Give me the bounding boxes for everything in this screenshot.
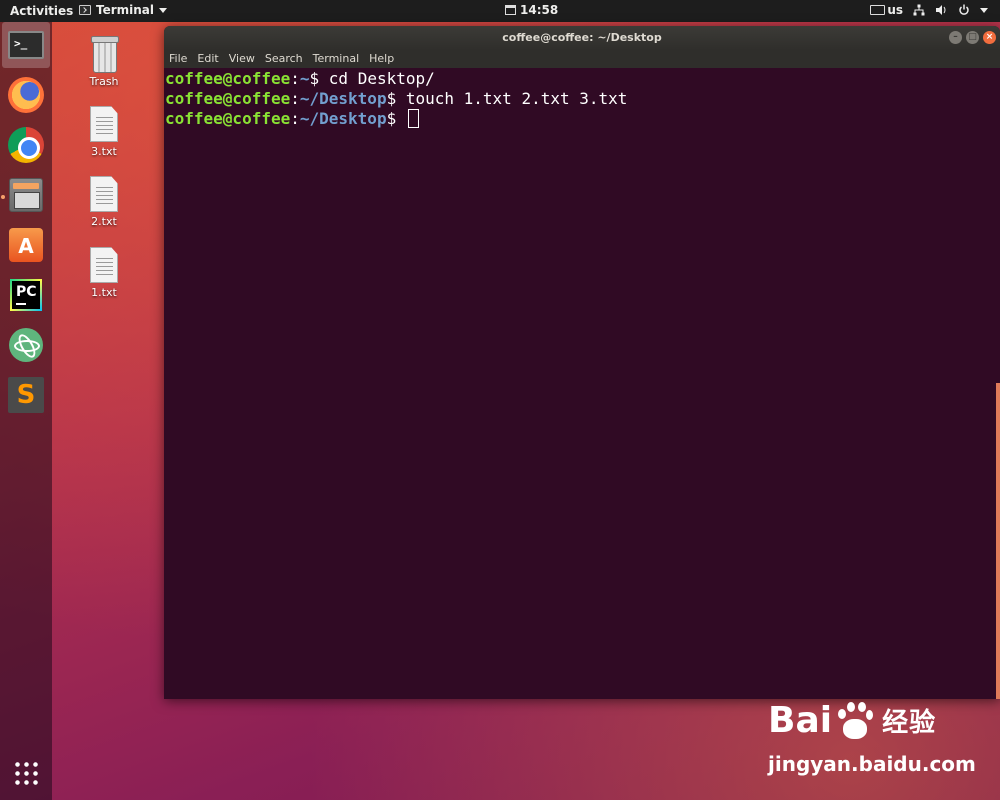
terminal-cursor: [407, 109, 419, 128]
menu-file[interactable]: File: [169, 50, 187, 68]
menu-help[interactable]: Help: [369, 50, 394, 68]
dock-item-sublime-text[interactable]: S: [2, 372, 50, 418]
prompt-separator: :: [290, 109, 300, 128]
volume-icon[interactable]: [935, 4, 948, 16]
dock-item-terminal[interactable]: >_: [2, 22, 50, 68]
desktop-icon-label: 1.txt: [91, 286, 117, 299]
dock: >_ A PC S: [0, 22, 52, 800]
window-title: coffee@coffee: ~/Desktop: [502, 31, 662, 44]
desktop-icon-1-txt[interactable]: 1.txt: [74, 247, 134, 299]
desktop-icon-trash[interactable]: Trash: [74, 34, 134, 88]
terminal-line: coffee@coffee:~$ cd Desktop/: [165, 69, 1000, 89]
menu-edit[interactable]: Edit: [197, 50, 218, 68]
chevron-down-icon[interactable]: [980, 7, 988, 13]
baidu-paw-icon: [834, 701, 874, 741]
prompt-user: coffee@coffee: [165, 109, 291, 128]
desktop-icon-3-txt[interactable]: 3.txt: [74, 106, 134, 158]
dock-item-files[interactable]: [2, 172, 50, 218]
terminal-line: coffee@coffee:~/Desktop$: [165, 109, 1000, 129]
prompt-sigil: $: [309, 69, 320, 88]
menu-search[interactable]: Search: [265, 50, 303, 68]
dock-item-atom[interactable]: [2, 322, 50, 368]
desktop-icon-2-txt[interactable]: 2.txt: [74, 176, 134, 228]
desktop-icon-label: Trash: [89, 75, 119, 88]
text-file-icon: [90, 106, 118, 142]
show-applications-button[interactable]: [2, 750, 50, 796]
text-file-icon: [90, 247, 118, 283]
prompt-sigil: $: [386, 109, 397, 128]
terminal-line: coffee@coffee:~/Desktop$ touch 1.txt 2.t…: [165, 89, 1000, 109]
clock-time: 14:58: [520, 3, 559, 17]
files-icon: [9, 178, 43, 212]
dock-item-firefox[interactable]: [2, 72, 50, 118]
maximize-icon[interactable]: □: [966, 31, 979, 44]
command-text: cd Desktop/: [319, 69, 435, 88]
menu-terminal[interactable]: Terminal: [313, 50, 360, 68]
close-icon[interactable]: ×: [983, 31, 996, 44]
app-menu[interactable]: Terminal: [79, 3, 168, 17]
power-icon[interactable]: [958, 4, 970, 16]
top-bar: Activities Terminal 14:58 us: [0, 0, 1000, 22]
clock[interactable]: 14:58: [505, 3, 558, 17]
menu-view[interactable]: View: [229, 50, 255, 68]
terminal-output[interactable]: coffee@coffee:~$ cd Desktop/ coffee@coff…: [164, 68, 1000, 129]
minimize-icon[interactable]: –: [949, 31, 962, 44]
watermark-url: jingyan.baidu.com: [768, 752, 976, 776]
terminal-icon: >_: [8, 31, 44, 59]
running-indicator: [1, 195, 5, 199]
prompt-sigil: $: [386, 89, 397, 108]
desktop-icon-label: 3.txt: [91, 145, 117, 158]
prompt-path: ~/Desktop: [299, 89, 387, 108]
chevron-down-icon: [159, 7, 168, 13]
baidu-watermark: Bai 经验 jingyan.baidu.com: [766, 690, 981, 780]
pycharm-icon: PC: [10, 279, 42, 311]
app-menu-label: Terminal: [96, 3, 155, 17]
watermark-brand: Bai 经验: [768, 700, 936, 741]
app-grid-icon: [13, 760, 39, 786]
terminal-window[interactable]: coffee@coffee: ~/Desktop – □ × File Edit…: [164, 26, 1000, 699]
terminal-menubar: File Edit View Search Terminal Help: [164, 50, 1000, 68]
chrome-icon: [8, 127, 44, 163]
watermark-brand-left: Bai: [768, 700, 833, 741]
sublime-icon: S: [8, 377, 44, 413]
atom-icon: [9, 328, 43, 362]
prompt-user: coffee@coffee: [165, 89, 291, 108]
software-center-icon: A: [9, 228, 43, 262]
prompt-separator: :: [290, 69, 300, 88]
command-text: touch 1.txt 2.txt 3.txt: [396, 89, 628, 108]
watermark-brand-right: 经验: [882, 708, 937, 738]
keyboard-icon: [870, 5, 886, 15]
command-text: [396, 109, 406, 128]
keyboard-layout[interactable]: us: [887, 3, 903, 17]
prompt-path: ~: [299, 69, 310, 88]
window-titlebar[interactable]: coffee@coffee: ~/Desktop – □ ×: [164, 26, 1000, 50]
desktop-icon-label: 2.txt: [91, 215, 117, 228]
network-icon[interactable]: [913, 4, 925, 16]
window-controls: – □ ×: [949, 31, 996, 44]
prompt-user: coffee@coffee: [165, 69, 291, 88]
dock-item-ubuntu-software[interactable]: A: [2, 222, 50, 268]
prompt-separator: :: [290, 89, 300, 108]
dock-item-pycharm[interactable]: PC: [2, 272, 50, 318]
trash-icon: [90, 36, 119, 73]
firefox-icon: [8, 77, 44, 113]
window-edge-accent: [996, 383, 1000, 699]
text-file-icon: [90, 176, 118, 212]
calendar-icon: [505, 5, 516, 15]
system-tray[interactable]: us: [870, 3, 988, 17]
activities-button[interactable]: Activities: [10, 4, 73, 18]
prompt-path: ~/Desktop: [299, 109, 387, 128]
terminal-app-icon: [79, 5, 91, 15]
dock-item-chrome[interactable]: [2, 122, 50, 168]
